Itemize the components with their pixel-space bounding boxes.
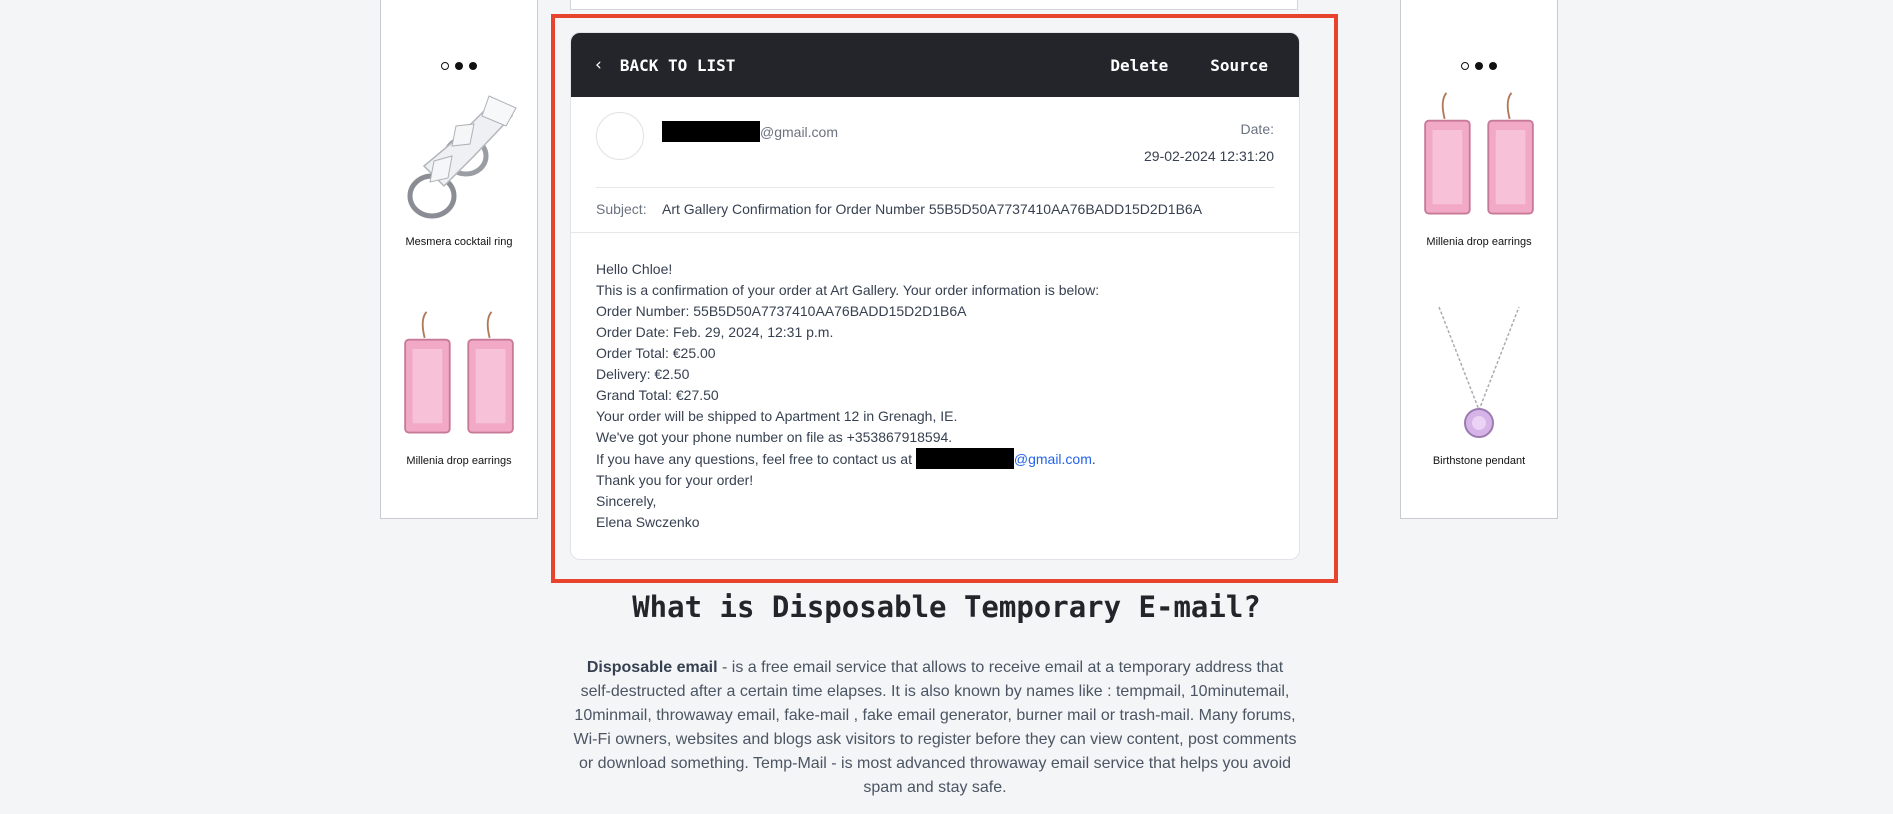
left-ad-carousel[interactable]: Mesmera cocktail ring Millenia drop earr… bbox=[380, 0, 538, 519]
ad-product[interactable]: Birthstone pendant bbox=[1401, 305, 1557, 467]
carousel-dot[interactable] bbox=[469, 62, 477, 70]
paragraph-text: - is a free email service that allows to… bbox=[573, 659, 1297, 796]
carousel-dot[interactable] bbox=[455, 62, 463, 70]
right-ad-carousel[interactable]: Millenia drop earrings Birthstone pendan… bbox=[1400, 0, 1558, 519]
product-name: Birthstone pendant bbox=[1432, 455, 1526, 467]
ad-product[interactable]: Mesmera cocktail ring bbox=[381, 86, 537, 248]
carousel-dots[interactable] bbox=[1401, 62, 1557, 70]
lead-bold: Disposable email bbox=[586, 659, 718, 676]
ad-product[interactable]: Millenia drop earrings bbox=[1401, 86, 1557, 248]
product-name: Millenia drop earrings bbox=[406, 455, 512, 467]
carousel-dot[interactable] bbox=[441, 62, 449, 70]
ring-image bbox=[394, 86, 524, 226]
highlight-frame bbox=[551, 14, 1338, 583]
carousel-dots[interactable] bbox=[381, 62, 537, 70]
product-name: Millenia drop earrings bbox=[1426, 236, 1532, 248]
earrings-image bbox=[394, 305, 524, 445]
ad-product[interactable]: Millenia drop earrings bbox=[381, 305, 537, 467]
section-paragraph: Disposable email - is a free email servi… bbox=[570, 656, 1300, 800]
carousel-dot[interactable] bbox=[1489, 62, 1497, 70]
carousel-dot[interactable] bbox=[1475, 62, 1483, 70]
earrings-image bbox=[1414, 86, 1544, 226]
carousel-dot[interactable] bbox=[1461, 62, 1469, 70]
product-name: Mesmera cocktail ring bbox=[405, 236, 513, 248]
pendant-image bbox=[1414, 305, 1544, 445]
section-title: What is Disposable Temporary E-mail? bbox=[632, 590, 1261, 624]
previous-card-edge bbox=[570, 0, 1298, 10]
